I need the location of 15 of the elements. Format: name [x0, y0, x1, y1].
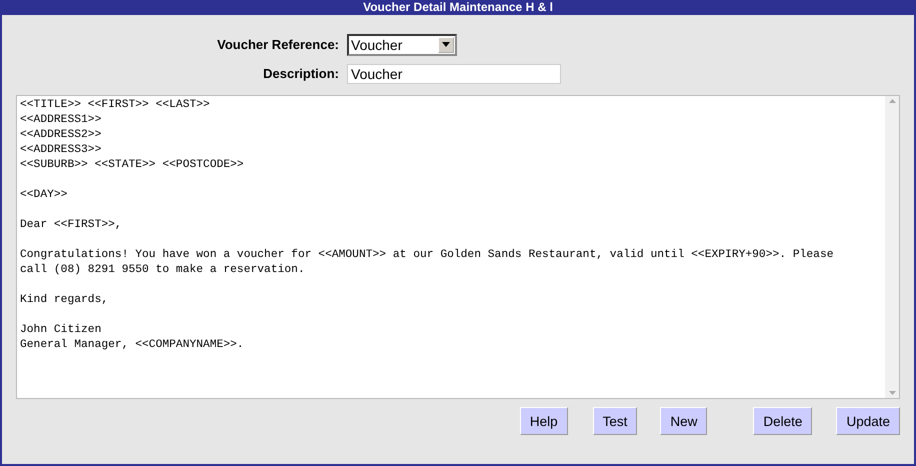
message-field[interactable] — [16, 95, 900, 399]
action-button[interactable]: New — [660, 407, 708, 435]
scroll-down-icon[interactable] — [888, 391, 896, 395]
message-text: <<TITLE>> <<FIRST>> <<LAST>> <<ADDRESS1>> <<ADDRESS2>> <<ADDRESS3>> <<SUBURB>> <<STATE>> <<POSTCODE>> <<DAY>> Dear <<FIRST>>, Congratulations! You have won a voucher for <<AMOUNT>> at our Golden Sands Restaurant, valid until <<EXPIRY+90>>. Please call (08) 8291 9550 to make a reservation. Kind regards, John Citizen General Manager, <<COMPANYNAME>>. — [19, 98, 835, 353]
action-button[interactable]: Delete — [753, 407, 812, 435]
voucher-reference-dropdown[interactable]: Voucher — [347, 34, 457, 56]
window-title: Voucher Detail Maintenance H & l — [2, 0, 914, 15]
field-label: Voucher Reference: — [216, 37, 339, 52]
action-button[interactable]: Update — [836, 407, 900, 435]
action-button[interactable]: Help — [520, 407, 568, 435]
scrollbar[interactable] — [885, 96, 899, 398]
action-button[interactable]: Test — [592, 407, 638, 435]
scroll-up-icon[interactable] — [888, 99, 896, 103]
field-label: Description: — [262, 66, 339, 81]
description-field[interactable]: Voucher — [347, 64, 561, 84]
